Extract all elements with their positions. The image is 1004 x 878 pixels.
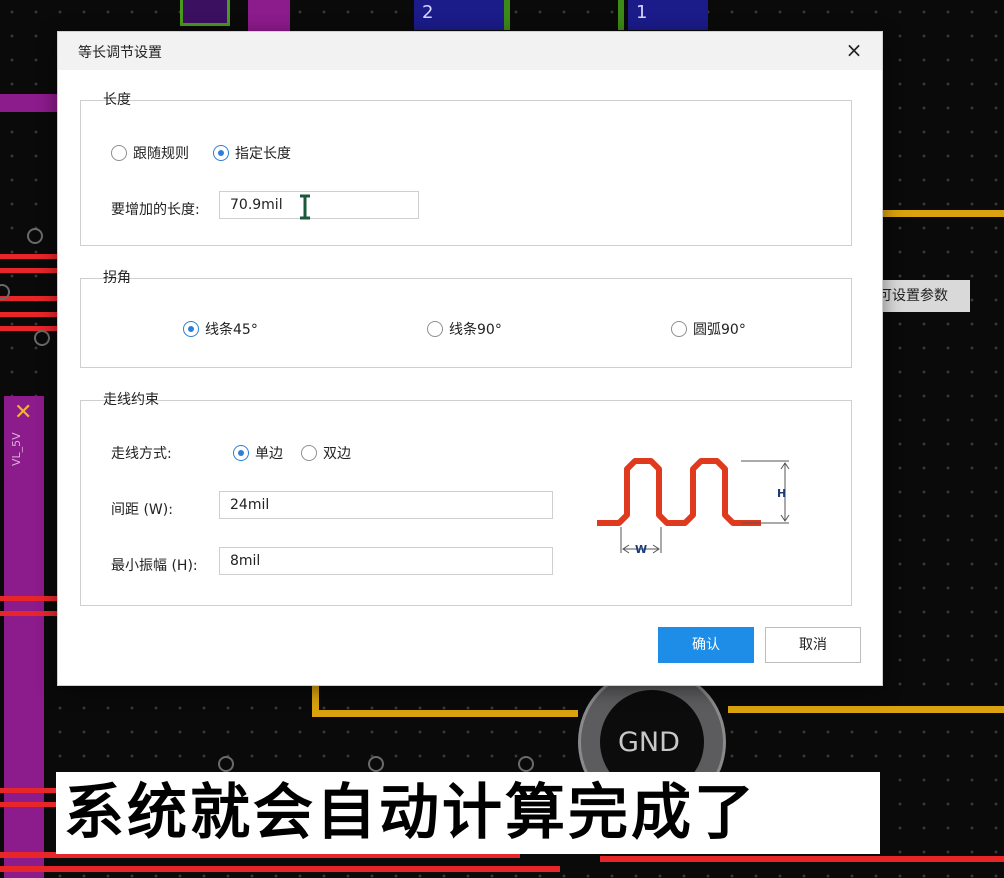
radio-follow-rule[interactable]: 跟随规则 <box>111 143 189 163</box>
component-pad <box>248 0 290 32</box>
radio-line-90[interactable]: 线条90° <box>427 319 502 339</box>
video-caption: 系统就会自动计算完成了 <box>56 772 880 854</box>
routing-group-title: 走线约束 <box>103 392 159 408</box>
trace <box>600 856 1004 862</box>
via <box>34 330 50 346</box>
radio-circle-icon <box>301 445 317 461</box>
spacing-input[interactable]: 24mil <box>219 491 553 519</box>
component-pad <box>180 0 230 26</box>
radio-specify-length[interactable]: 指定长度 <box>213 143 291 163</box>
radio-label: 圆弧90° <box>693 322 746 338</box>
corner-group-title: 拐角 <box>103 270 131 286</box>
trace <box>728 706 1004 713</box>
add-length-input[interactable]: 70.9mil <box>219 191 419 219</box>
trace <box>0 802 57 807</box>
routing-constraint-group: 走线约束 走线方式: 单边 双边 间距 (W): 24mil 最小振幅 (H):… <box>80 392 852 606</box>
component-pad: 1 <box>628 0 708 30</box>
net-label: VL_5V <box>10 432 23 466</box>
trace <box>0 296 57 301</box>
length-tuning-dialog: 等长调节设置 × 长度 跟随规则 指定长度 要增加的长度: 70.9mil 拐角… <box>57 31 883 686</box>
component-label: 1 <box>636 2 648 23</box>
confirm-button[interactable]: 确认 <box>658 627 754 663</box>
amplitude-input[interactable]: 8mil <box>219 547 553 575</box>
radio-label: 跟随规则 <box>133 146 189 162</box>
via <box>218 756 234 772</box>
radio-checked-icon <box>233 445 249 461</box>
radio-arc-90[interactable]: 圆弧90° <box>671 319 746 339</box>
cancel-button[interactable]: 取消 <box>765 627 861 663</box>
via <box>368 756 384 772</box>
radio-label: 线条90° <box>449 322 502 338</box>
radio-label: 双边 <box>323 446 351 462</box>
height-label: H <box>777 487 786 500</box>
radio-label: 单边 <box>255 446 283 462</box>
trace <box>0 326 57 331</box>
add-length-label: 要增加的长度: <box>111 202 200 218</box>
amplitude-label: 最小振幅 (H): <box>111 558 198 574</box>
meander-diagram: H W <box>597 458 790 556</box>
trace <box>0 611 57 616</box>
settings-tooltip: 可设置参数 <box>872 280 970 312</box>
cross-marker-icon: ✕ <box>14 400 33 425</box>
trace <box>0 268 57 273</box>
text-cursor-icon <box>300 194 310 220</box>
radio-line-45[interactable]: 线条45° <box>183 319 258 339</box>
radio-double-side[interactable]: 双边 <box>301 443 351 463</box>
component-outline <box>504 0 624 30</box>
routing-mode-label: 走线方式: <box>111 446 172 462</box>
radio-checked-icon <box>213 145 229 161</box>
component-label: 2 <box>422 2 434 23</box>
trace <box>0 596 57 601</box>
close-icon[interactable]: × <box>842 38 866 62</box>
trace <box>0 254 57 259</box>
via <box>518 756 534 772</box>
radio-checked-icon <box>183 321 199 337</box>
meander-trace <box>597 458 761 526</box>
via <box>27 228 43 244</box>
trace <box>0 788 57 793</box>
radio-circle-icon <box>427 321 443 337</box>
spacing-label: 间距 (W): <box>111 502 173 518</box>
component-pad: 2 <box>414 0 504 30</box>
length-group: 长度 跟随规则 指定长度 要增加的长度: 70.9mil <box>80 92 852 246</box>
radio-circle-icon <box>671 321 687 337</box>
length-group-title: 长度 <box>103 92 131 108</box>
copper-pour <box>0 94 57 112</box>
width-label: W <box>635 543 647 556</box>
dialog-titlebar: 等长调节设置 × <box>58 32 882 70</box>
corner-group: 拐角 线条45° 线条90° 圆弧90° <box>80 270 852 368</box>
dialog-title: 等长调节设置 <box>78 45 162 61</box>
gnd-label: GND <box>618 727 680 758</box>
radio-label: 指定长度 <box>235 146 291 162</box>
radio-circle-icon <box>111 145 127 161</box>
trace <box>0 866 560 872</box>
trace <box>312 710 578 717</box>
trace <box>883 210 1004 217</box>
radio-label: 线条45° <box>205 322 258 338</box>
trace <box>0 312 57 317</box>
radio-single-side[interactable]: 单边 <box>233 443 283 463</box>
